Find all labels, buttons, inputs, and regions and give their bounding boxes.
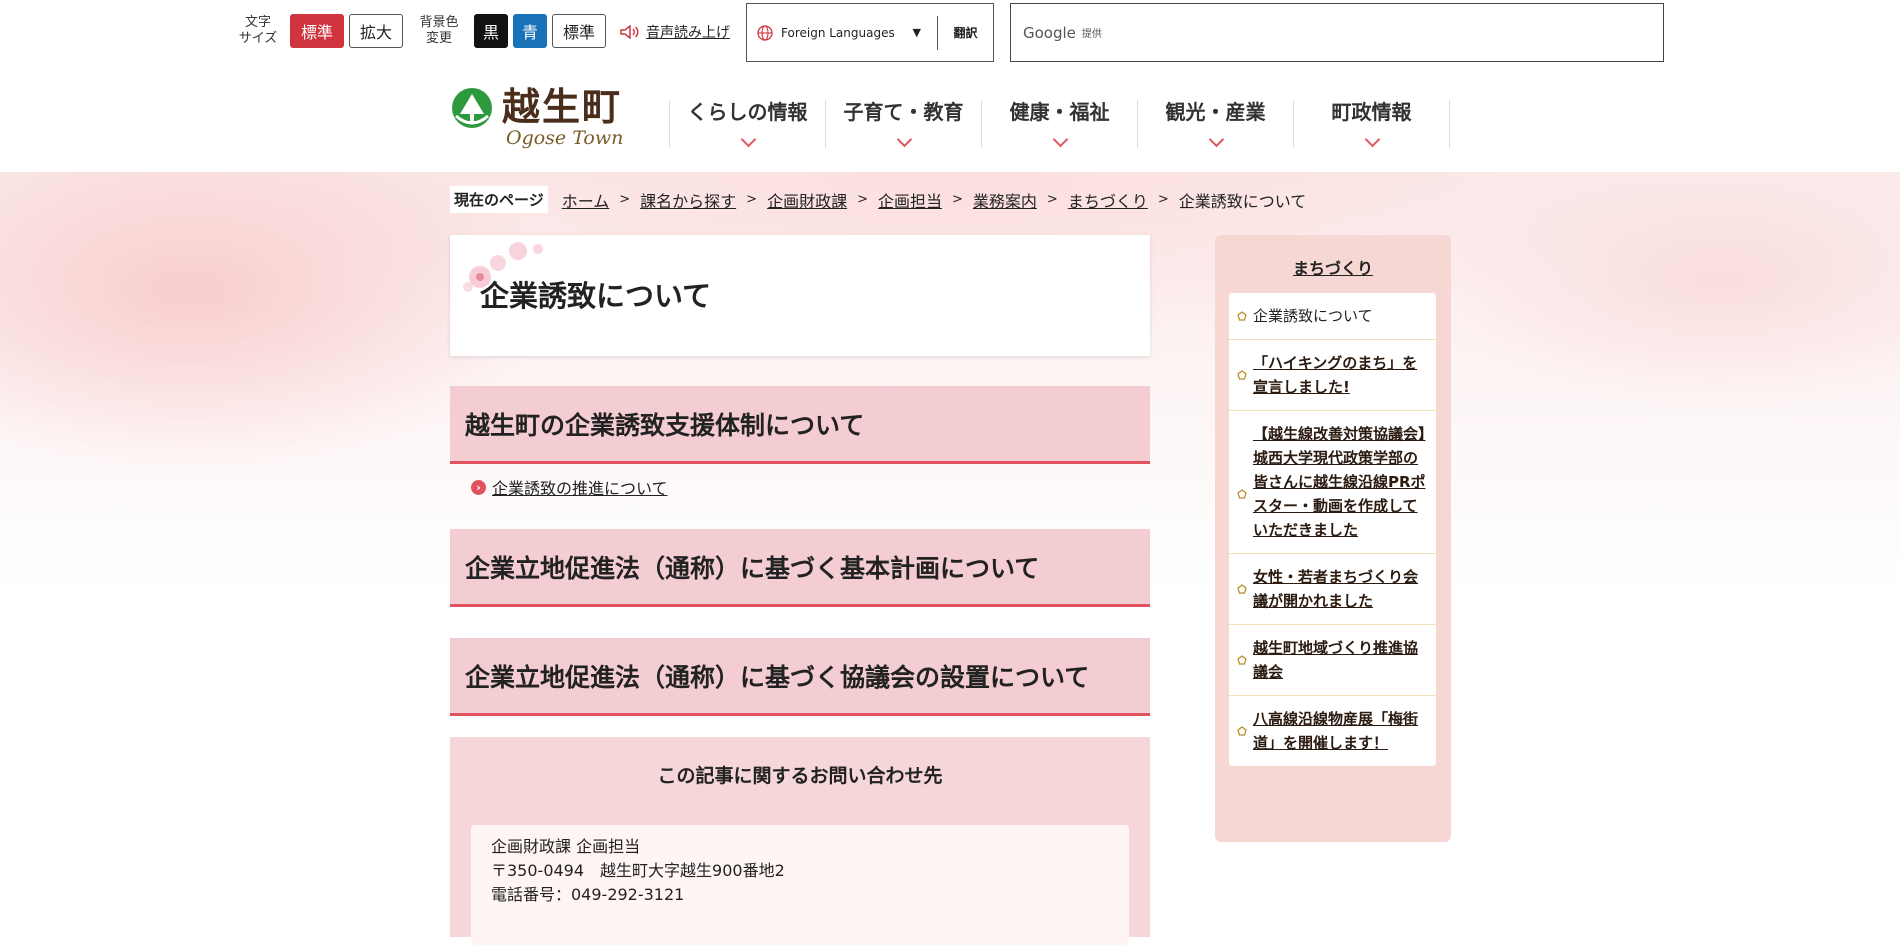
- bg-black-button[interactable]: 黒: [474, 14, 508, 48]
- breadcrumb-link[interactable]: 課名から探す: [640, 188, 736, 212]
- breadcrumb-link[interactable]: まちづくり: [1068, 188, 1148, 212]
- sidebar-item: 「ハイキングのまち」を宣言しました!: [1229, 340, 1436, 411]
- dropdown-arrow-icon: ▼: [912, 26, 921, 39]
- section-heading: 越生町の企業誘致支援体制について: [450, 386, 1150, 464]
- nav-item-tourism[interactable]: 観光・産業: [1137, 100, 1293, 148]
- speaker-icon: [620, 25, 639, 39]
- breadcrumb-link[interactable]: 企画担当: [878, 188, 942, 212]
- sidebar-item-link[interactable]: 越生町地域づくり推進協議会: [1253, 639, 1418, 681]
- sidebar-item-link[interactable]: 【越生線改善対策協議会】城西大学現代政策学部の皆さんに越生線沿線PRポスター・動…: [1253, 425, 1426, 539]
- sidebar-item-link[interactable]: 八高線沿線物産展「梅街道」を開催します！: [1253, 710, 1418, 752]
- sidebar-item-link[interactable]: 「ハイキングのまち」を宣言しました!: [1253, 354, 1417, 396]
- chevron-right-icon: >: [1046, 192, 1058, 207]
- breadcrumb-link[interactable]: 業務案内: [973, 188, 1037, 212]
- section-heading-text: 越生町の企業誘致支援体制について: [465, 411, 865, 440]
- font-large-button[interactable]: 拡大: [349, 14, 403, 48]
- globe-icon: [757, 24, 773, 41]
- logo-japanese: 越生町: [502, 84, 623, 129]
- translate-button[interactable]: 翻訳: [938, 24, 993, 41]
- sidebar-item-label: 企業誘致について: [1253, 307, 1373, 325]
- pentagon-bullet-icon: [1237, 726, 1247, 736]
- contact-details: 企画財政課 企画担当 〒350-0494 越生町大字越生900番地2 電話番号：…: [471, 825, 1129, 945]
- search-provided-label: 提供: [1081, 29, 1102, 40]
- google-brand: Google: [1023, 23, 1076, 42]
- sidebar-item-current: 企業誘致について: [1229, 293, 1436, 340]
- section-heading: 企業立地促進法（通称）に基づく協議会の設置について: [450, 638, 1150, 716]
- list-item: › 企業誘致の推進について: [471, 475, 668, 499]
- sidebar: まちづくり 企業誘致について 「ハイキングのまち」を宣言しました! 【越生線改善…: [1215, 235, 1451, 842]
- section-heading: 企業立地促進法（通称）に基づく基本計画について: [450, 529, 1150, 607]
- chevron-right-icon: >: [619, 192, 631, 207]
- pentagon-bullet-icon: [1237, 489, 1247, 499]
- breadcrumb-here-label: 現在のページ: [450, 186, 548, 213]
- pentagon-bullet-icon: [1237, 655, 1247, 665]
- breadcrumb-link[interactable]: 企画財政課: [767, 188, 847, 212]
- utility-bar: 文字 サイズ 標準 拡大 背景色 変更 黒 青 標準 音声読み上げ Foreig…: [0, 0, 1900, 70]
- logo-english: Ogose Town: [506, 127, 624, 149]
- font-size-label: 文字 サイズ: [238, 15, 278, 46]
- town-emblem-icon: [452, 88, 492, 128]
- site-search-input[interactable]: Google 提供: [1010, 3, 1664, 62]
- contact-phone: 電話番号：049-292-3121: [491, 885, 685, 904]
- nav-item-government[interactable]: 町政情報: [1293, 100, 1450, 148]
- arrow-right-icon: ›: [471, 479, 486, 495]
- page-title-card: 企業誘致について: [450, 235, 1150, 356]
- site-logo[interactable]: 越生町 Ogose Town: [450, 86, 623, 148]
- contact-box: この記事に関するお問い合わせ先 企画財政課 企画担当 〒350-0494 越生町…: [450, 737, 1150, 945]
- chevron-right-icon: >: [1157, 192, 1169, 207]
- contact-department: 企画財政課 企画担当: [491, 837, 641, 856]
- chevron-right-icon: >: [746, 192, 758, 207]
- pentagon-bullet-icon: [1237, 584, 1247, 594]
- sidebar-item-link[interactable]: 女性・若者まちづくり会議が開かれました: [1253, 568, 1418, 610]
- sidebar-title: まちづくり: [1215, 255, 1451, 279]
- page-title: 企業誘致について: [480, 279, 712, 313]
- section-heading-text: 企業立地促進法（通称）に基づく基本計画について: [465, 554, 1040, 583]
- bg-blue-button[interactable]: 青: [513, 14, 547, 48]
- chevron-right-icon: >: [857, 192, 868, 207]
- chevron-right-icon: >: [952, 192, 963, 207]
- font-standard-button[interactable]: 標準: [290, 14, 344, 48]
- pentagon-bullet-icon: [1237, 370, 1247, 380]
- bg-color-label: 背景色 変更: [419, 15, 459, 46]
- global-navigation: くらしの情報 子育て・教育 健康・福祉 観光・産業 町政情報: [669, 100, 1450, 148]
- sidebar-item: 女性・若者まちづくり会議が開かれました: [1229, 554, 1436, 625]
- breadcrumb-link[interactable]: ホーム: [562, 188, 610, 212]
- contact-address: 〒350-0494 越生町大字越生900番地2: [491, 861, 785, 880]
- breadcrumb: 現在のページ ホーム > 課名から探す > 企画財政課 > 企画担当 > 業務案内 > ま…: [450, 186, 1306, 213]
- pentagon-bullet-icon: [1237, 311, 1247, 321]
- sidebar-item: 越生町地域づくり推進協議会: [1229, 625, 1436, 696]
- nav-item-childcare[interactable]: 子育て・教育: [825, 100, 981, 148]
- nav-item-living[interactable]: くらしの情報: [669, 100, 825, 148]
- section-heading-text: 企業立地促進法（通称）に基づく協議会の設置について: [465, 663, 1090, 692]
- nav-item-health[interactable]: 健康・福祉: [981, 100, 1137, 148]
- sidebar-list: 企業誘致について 「ハイキングのまち」を宣言しました! 【越生線改善対策協議会】…: [1229, 293, 1436, 766]
- voice-reader[interactable]: 音声読み上げ: [620, 22, 730, 42]
- sidebar-item: 八高線沿線物産展「梅街道」を開催します！: [1229, 696, 1436, 766]
- language-select-value: Foreign Languages: [781, 25, 895, 40]
- language-selector: Foreign Languages ▼ 翻訳: [746, 3, 994, 62]
- contact-heading: この記事に関するお問い合わせ先: [657, 765, 943, 787]
- sidebar-item: 【越生線改善対策協議会】城西大学現代政策学部の皆さんに越生線沿線PRポスター・動…: [1229, 411, 1436, 554]
- bg-standard-button[interactable]: 標準: [552, 14, 606, 48]
- breadcrumb-current: 企業誘致について: [1178, 191, 1307, 211]
- article-link[interactable]: 企業誘致の推進について: [492, 475, 668, 499]
- voice-reader-link[interactable]: 音声読み上げ: [646, 22, 730, 42]
- sidebar-title-link[interactable]: まちづくり: [1293, 259, 1373, 278]
- language-dropdown[interactable]: Foreign Languages ▼: [747, 24, 937, 41]
